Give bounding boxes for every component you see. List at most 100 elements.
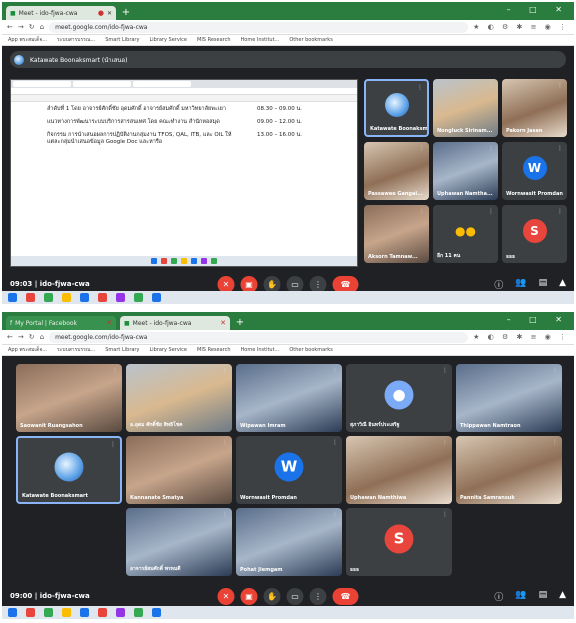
bookmark-link[interactable]: MIS Research (197, 347, 231, 353)
present-button[interactable]: ▭ (287, 588, 304, 605)
present-button[interactable]: ▭ (287, 276, 304, 293)
participant-name: sss (350, 567, 359, 573)
chat-icon[interactable]: ▤ (539, 590, 548, 603)
bookmark-link[interactable]: Home Institut... (241, 37, 280, 43)
close-icon[interactable]: ✕ (107, 10, 112, 17)
participant-tile[interactable]: ⋮ Wipawan Imram (236, 364, 342, 432)
forward-icon[interactable]: → (18, 23, 24, 31)
url-field[interactable]: meet.google.com/ido-fjwa-cwa (49, 22, 468, 33)
leave-call-button[interactable]: ☎ (333, 588, 359, 605)
reload-icon[interactable]: ↻ (29, 23, 35, 31)
raise-hand-button[interactable]: ✋ (264, 276, 281, 293)
participant-tile[interactable]: ● ⋮ สุภาวิณี อินทร์ประเสริฐ (346, 364, 452, 432)
participant-tile[interactable]: ⋮ Passawee Gangai... (364, 142, 429, 200)
participant-name: Katawate Boonaksmart (22, 493, 88, 499)
chat-icon[interactable]: ▤ (539, 278, 548, 291)
windows-start-icon[interactable] (8, 293, 17, 302)
window-controls[interactable]: – □ ✕ (507, 5, 570, 14)
muted-mic-icon: ⋮ (557, 145, 563, 152)
new-tab-button[interactable]: + (120, 6, 132, 20)
participant-letter-avatar: W (275, 452, 304, 481)
participant-tile[interactable]: W ⋮ Wornwasit Promdan (236, 436, 342, 504)
bookmark-link[interactable]: Other bookmarks (289, 37, 332, 43)
browser-tab-meet[interactable]: ■ Meet - ido-fjwa-cwa ● ✕ (6, 6, 116, 20)
participant-name: Passawee Gangai... (368, 191, 423, 197)
bookmark-link[interactable]: Library Service (149, 37, 187, 43)
window-controls[interactable]: – □ ✕ (507, 315, 570, 324)
browser-tab-bar: ■ Meet - ido-fjwa-cwa ● ✕ + – □ ✕ (2, 2, 574, 20)
participant-name: Nongluck Sirinam... (437, 128, 492, 134)
close-icon[interactable]: ✕ (106, 319, 112, 327)
close-icon[interactable]: ✕ (220, 319, 226, 327)
extensions-icons[interactable]: ★ ◐ ⚙ ✱ ≡ ◉ ⋮ (473, 23, 569, 31)
participant-tile[interactable]: ⋮ Uphawan Namtha... (433, 142, 498, 200)
participant-tile[interactable]: ⋮ Katawate Boonaksma... (364, 79, 429, 137)
participant-tile[interactable]: ⋮ Pakorn Jasan (502, 79, 567, 137)
back-icon[interactable]: ← (7, 333, 13, 341)
participant-name: sss (506, 254, 515, 260)
participant-tile[interactable]: ⋮ Aksorn Tamnaw... (364, 205, 429, 263)
participant-avatar (55, 452, 84, 481)
bookmark-link[interactable]: Home Institut... (241, 347, 280, 353)
home-icon[interactable]: ⌂ (40, 333, 44, 341)
bookmark-link[interactable]: Library Service (149, 347, 187, 353)
participant-tile[interactable]: ⋮ Saowanit Ruangsahon (16, 364, 122, 432)
bookmark-link[interactable]: MIS Research (197, 37, 231, 43)
bookmark-link[interactable]: App พระสมเด็จ... (8, 346, 47, 354)
people-icon[interactable]: 👥 (515, 278, 526, 291)
leave-call-button[interactable]: ☎ (333, 276, 359, 293)
muted-mic-icon: ⋮ (442, 511, 448, 518)
info-icon[interactable]: ⓘ (494, 278, 503, 291)
new-tab-button[interactable]: + (234, 316, 246, 330)
shared-browser-tabs (11, 80, 357, 88)
participant-tile[interactable]: ⋮ Uphawan Namthiwa (346, 436, 452, 504)
more-options-button[interactable]: ⋮ (310, 588, 327, 605)
home-icon[interactable]: ⌂ (40, 23, 44, 31)
screenshot-presentation-view: ■ Meet - ido-fjwa-cwa ● ✕ + – □ ✕ ← → ↻ … (2, 2, 574, 304)
back-icon[interactable]: ← (7, 23, 13, 31)
participant-tile[interactable]: S ⋮ sss (346, 508, 452, 576)
presenter-banner: Katawate Boonaksmart (นำเสนอ) (10, 51, 566, 68)
bookmark-link[interactable]: ระบบสารบรรณ... (57, 36, 95, 44)
url-field[interactable]: meet.google.com/ido-fjwa-cwa (49, 332, 468, 343)
mic-off-button[interactable]: ✕ (218, 588, 235, 605)
raise-hand-button[interactable]: ✋ (264, 588, 281, 605)
participant-tile[interactable]: W ⋮ Wornwasit Promdan (502, 142, 567, 200)
people-icon[interactable]: 👥 (515, 590, 526, 603)
close-tab-icon[interactable]: ● (98, 9, 104, 17)
participant-video (16, 364, 122, 432)
participant-tile[interactable]: ⋮ Thippawan Namtraon (456, 364, 562, 432)
call-controls: ✕ ▣ ✋ ▭ ⋮ ☎ (218, 588, 359, 605)
activities-icon[interactable]: ▲ (559, 590, 566, 603)
participant-tile[interactable]: ⋮ อ.อุดม ศักดิ์ชัย สิทธิโชค (126, 364, 232, 432)
participant-tile[interactable]: ⋮ Katawate Boonaksmart (16, 436, 122, 504)
participant-video (126, 436, 232, 504)
camera-off-button[interactable]: ▣ (241, 588, 258, 605)
participant-tile[interactable]: ⋮ อาจารย์สมศักดิ์ พรหมดี (126, 508, 232, 576)
participant-tile[interactable]: ●● ⋮ อีก 11 คน (433, 205, 498, 263)
mic-off-button[interactable]: ✕ (218, 276, 235, 293)
extensions-icons[interactable]: ★ ◐ ⚙ ✱ ≡ ◉ ⋮ (473, 333, 569, 341)
bookmark-link[interactable]: Smart Library (105, 347, 139, 353)
bookmark-link[interactable]: Smart Library (105, 37, 139, 43)
forward-icon[interactable]: → (18, 333, 24, 341)
participant-tile[interactable]: S ⋮ sss (502, 205, 567, 263)
info-icon[interactable]: ⓘ (494, 590, 503, 603)
activities-icon[interactable]: ▲ (559, 278, 566, 291)
more-options-button[interactable]: ⋮ (310, 276, 327, 293)
doc-row: แนวทางการพัฒนาระบบบริการสารสนเทศ โดย คณะ… (47, 119, 347, 126)
browser-tab-meet[interactable]: ■ Meet - ido-fjwa-cwa ✕ (120, 316, 230, 330)
browser-tab-facebook[interactable]: f My Portal | Facebook ✕ (6, 316, 116, 330)
participant-tile[interactable]: ⋮ Nongluck Sirinam... (433, 79, 498, 137)
bookmark-link[interactable]: App พระสมเด็จ... (8, 36, 47, 44)
bookmark-link[interactable]: Other bookmarks (289, 347, 332, 353)
windows-start-icon[interactable] (8, 608, 17, 617)
participant-tile[interactable]: ⋮ Kannanate Smatya (126, 436, 232, 504)
participant-tile[interactable]: ⋮ Pohat Jiemgam (236, 508, 342, 576)
participant-tile[interactable]: ⋮ Pannita Samransuk (456, 436, 562, 504)
camera-off-button[interactable]: ▣ (241, 276, 258, 293)
reload-icon[interactable]: ↻ (29, 333, 35, 341)
bookmark-link[interactable]: ระบบสารบรรณ... (57, 346, 95, 354)
muted-mic-icon: ⋮ (112, 367, 118, 374)
participant-video (456, 436, 562, 504)
